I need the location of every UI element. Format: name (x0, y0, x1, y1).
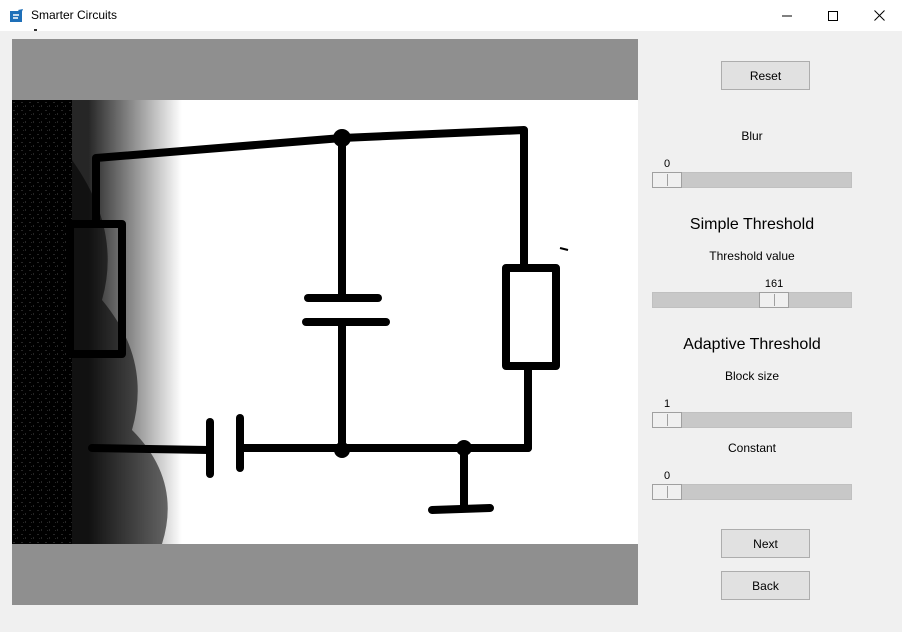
constant-slider[interactable]: 0 (652, 470, 852, 506)
blur-label: Blur (741, 129, 763, 143)
threshold-thumb[interactable] (759, 292, 790, 308)
next-button[interactable]: Next (721, 529, 810, 558)
block-size-slider[interactable]: 1 (652, 398, 852, 434)
constant-value: 0 (663, 470, 671, 482)
blur-trough[interactable] (652, 172, 852, 188)
constant-trough[interactable] (652, 484, 852, 500)
simple-threshold-heading: Simple Threshold (689, 216, 815, 233)
circuit-drawing (12, 100, 569, 544)
maximize-button[interactable] (810, 0, 856, 31)
blur-value: 0 (663, 158, 671, 170)
block-size-trough[interactable] (652, 412, 852, 428)
maximize-icon (828, 10, 838, 21)
block-size-value: 1 (663, 398, 671, 410)
back-button[interactable]: Back (721, 571, 810, 600)
reset-button[interactable]: Reset (721, 61, 810, 90)
block-size-thumb[interactable] (652, 412, 682, 428)
menu-mark (34, 29, 37, 31)
blur-slider[interactable]: 0 (652, 158, 852, 194)
block-size-label: Block size (724, 369, 780, 383)
threshold-value: 161 (764, 278, 784, 290)
image-canvas (12, 39, 638, 605)
close-icon (873, 10, 885, 21)
minimize-button[interactable] (764, 0, 810, 31)
minimize-icon (782, 15, 792, 16)
threshold-trough[interactable] (652, 292, 852, 308)
circuit-image (12, 100, 638, 544)
close-button[interactable] (856, 0, 902, 31)
threshold-slider[interactable]: 161 (652, 278, 852, 314)
constant-label: Constant (727, 441, 777, 455)
threshold-value-label: Threshold value (709, 249, 795, 263)
blur-thumb[interactable] (652, 172, 682, 188)
title-bar: Smarter Circuits (0, 0, 902, 31)
app-icon (10, 9, 23, 22)
window-title: Smarter Circuits (31, 8, 118, 22)
constant-thumb[interactable] (652, 484, 682, 500)
adaptive-threshold-heading: Adaptive Threshold (683, 336, 821, 353)
